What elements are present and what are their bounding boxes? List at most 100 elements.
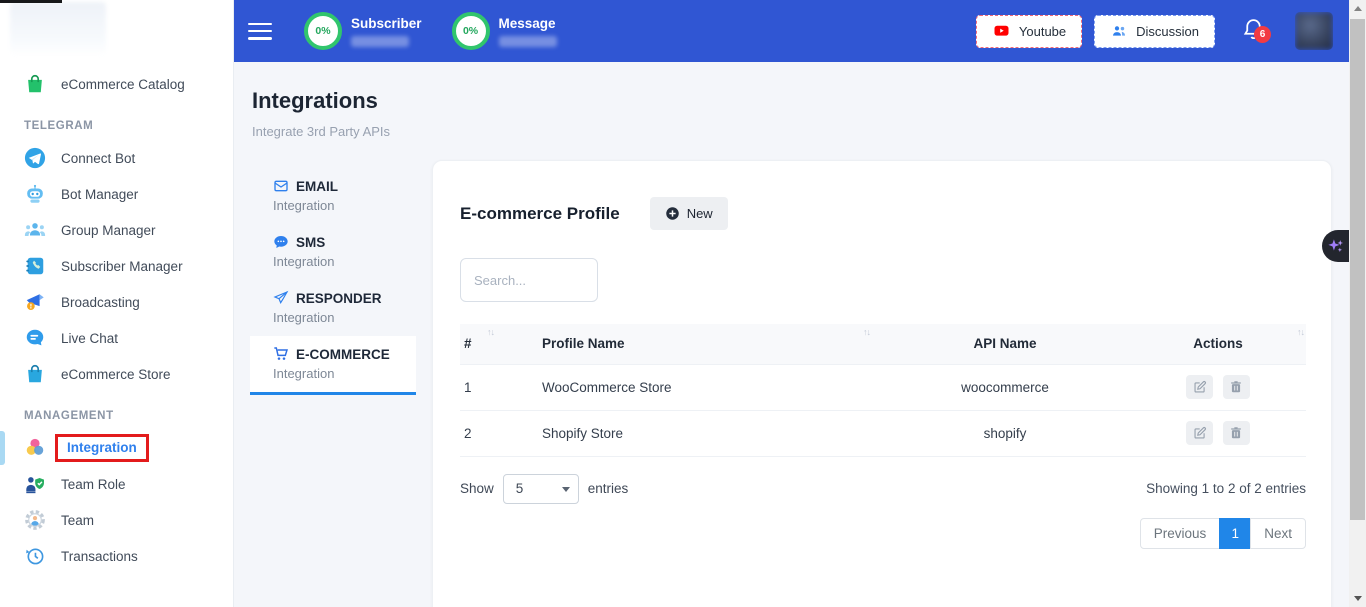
sidebar-item-group-manager[interactable]: Group Manager — [0, 212, 233, 248]
sidebar-item-ecommerce-catalog[interactable]: eCommerce Catalog — [0, 66, 233, 102]
page-size-select[interactable]: 5 — [503, 474, 579, 504]
shopping-bag-green-icon — [24, 73, 46, 95]
sms-bubble-icon — [273, 234, 289, 250]
ai-assistant-fab[interactable] — [1322, 230, 1349, 262]
search-input[interactable] — [460, 258, 598, 302]
sort-icon[interactable]: ↑↓ — [1297, 327, 1304, 337]
discussion-users-icon — [1110, 23, 1128, 39]
notification-badge: 6 — [1254, 26, 1271, 43]
sidebar-item-ecommerce-store[interactable]: eCommerce Store — [0, 356, 233, 392]
showing-entries-text: Showing 1 to 2 of 2 entries — [1146, 481, 1306, 496]
current-page-button[interactable]: 1 — [1219, 518, 1251, 549]
app-root: eCommerce Catalog TELEGRAM Connect Bot B… — [0, 0, 1366, 607]
table-header-row: #↑↓ Profile Name↑↓ API Name Actions↑↓ — [460, 324, 1306, 364]
tab-responder-integration[interactable]: RESPONDER Integration — [250, 280, 416, 336]
tab-subtitle: Integration — [273, 198, 416, 213]
sidebar-section-telegram: TELEGRAM — [0, 102, 233, 140]
envelope-icon — [273, 178, 289, 194]
column-header-num[interactable]: #↑↓ — [460, 324, 532, 364]
sidebar-item-connect-bot[interactable]: Connect Bot — [0, 140, 233, 176]
ecommerce-profile-card: E-commerce Profile New #↑↓ Profile Name↑… — [432, 160, 1332, 607]
sidebar-item-label: Group Manager — [61, 223, 156, 238]
shopping-bag-blue-icon — [24, 363, 46, 385]
app-logo[interactable] — [10, 2, 106, 56]
tab-title: SMS — [296, 235, 325, 250]
sidebar-item-team-role[interactable]: Team Role — [0, 466, 233, 502]
active-indicator — [0, 431, 5, 465]
delete-button[interactable] — [1223, 421, 1250, 445]
gear-person-icon — [24, 509, 46, 531]
sidebar-item-label: Team — [61, 513, 94, 528]
tab-title: EMAIL — [296, 179, 338, 194]
telegram-icon — [24, 147, 46, 169]
column-header-profile-name[interactable]: Profile Name↑↓ — [532, 324, 880, 364]
subscriber-stat-label: Subscriber — [351, 16, 422, 31]
sort-icon[interactable]: ↑↓ — [487, 327, 494, 337]
top-black-bar — [0, 0, 62, 3]
youtube-icon — [992, 24, 1011, 38]
sidebar-item-bot-manager[interactable]: Bot Manager — [0, 176, 233, 212]
actions-cell — [1130, 410, 1306, 456]
sort-icon[interactable]: ↑↓ — [863, 327, 870, 337]
sidebar-item-label: Subscriber Manager — [61, 259, 183, 274]
hamburger-menu-icon[interactable] — [248, 23, 272, 40]
previous-page-button[interactable]: Previous — [1140, 518, 1221, 549]
tab-email-integration[interactable]: EMAIL Integration — [250, 168, 416, 224]
sidebar-item-broadcasting[interactable]: Broadcasting — [0, 284, 233, 320]
pagination: Previous 1 Next — [460, 518, 1306, 549]
cart-icon — [273, 346, 289, 362]
tab-title: E-COMMERCE — [296, 347, 390, 362]
panel-title: E-commerce Profile — [460, 204, 620, 224]
new-profile-button[interactable]: New — [650, 197, 728, 230]
subscriber-stat: 0% Subscriber — [304, 12, 422, 50]
row-number: 1 — [460, 364, 532, 410]
scrollbar-thumb[interactable] — [1350, 19, 1365, 520]
column-header-actions[interactable]: Actions↑↓ — [1130, 324, 1306, 364]
youtube-button[interactable]: Youtube — [976, 15, 1082, 48]
edit-button[interactable] — [1186, 421, 1213, 445]
delete-button[interactable] — [1223, 375, 1250, 399]
tab-ecommerce-integration[interactable]: E-COMMERCE Integration — [250, 336, 416, 395]
topbar: 0% Subscriber 0% Message Youtube Discuss… — [234, 0, 1349, 62]
chat-bubble-icon — [24, 327, 46, 349]
profile-name-cell: WooCommerce Store — [532, 364, 880, 410]
discussion-button[interactable]: Discussion — [1094, 15, 1215, 48]
subscriber-stat-value-blurred — [351, 36, 409, 47]
history-clock-icon — [24, 545, 46, 567]
api-name-cell: woocommerce — [880, 364, 1130, 410]
sidebar: eCommerce Catalog TELEGRAM Connect Bot B… — [0, 0, 234, 607]
column-header-api-name[interactable]: API Name — [880, 324, 1130, 364]
message-stat-value-blurred — [499, 36, 557, 47]
sidebar-item-subscriber-manager[interactable]: Subscriber Manager — [0, 248, 233, 284]
edit-icon — [1193, 380, 1207, 394]
tab-title: RESPONDER — [296, 291, 382, 306]
next-page-button[interactable]: Next — [1250, 518, 1306, 549]
show-label: Show — [460, 481, 494, 496]
profiles-table: #↑↓ Profile Name↑↓ API Name Actions↑↓ 1 … — [460, 324, 1306, 457]
page-subtitle: Integrate 3rd Party APIs — [252, 124, 390, 139]
page-size-control: Show 5 entries — [460, 474, 628, 504]
edit-button[interactable] — [1186, 375, 1213, 399]
message-stat: 0% Message — [452, 12, 557, 50]
sidebar-item-live-chat[interactable]: Live Chat — [0, 320, 233, 356]
notifications-bell[interactable]: 6 — [1241, 16, 1271, 46]
subscriber-progress-ring: 0% — [304, 12, 342, 50]
scrollbar[interactable] — [1349, 0, 1366, 607]
sidebar-section-management: MANAGEMENT — [0, 392, 233, 430]
avatar[interactable] — [1295, 12, 1333, 50]
discussion-button-label: Discussion — [1136, 24, 1199, 39]
edit-icon — [1193, 426, 1207, 440]
scrollbar-up-arrow[interactable] — [1349, 0, 1366, 17]
sidebar-item-label: Team Role — [61, 477, 126, 492]
sidebar-item-transactions[interactable]: Transactions — [0, 538, 233, 574]
entries-label: entries — [588, 481, 629, 496]
scrollbar-down-arrow[interactable] — [1349, 590, 1366, 607]
contact-book-icon — [24, 255, 46, 277]
sidebar-item-label: eCommerce Catalog — [61, 77, 185, 92]
sidebar-item-integration[interactable]: Integration — [0, 430, 233, 466]
shield-person-icon — [24, 473, 46, 495]
sidebar-item-label-annotated: Integration — [55, 434, 149, 462]
avatar-blurred-image — [1295, 12, 1333, 50]
tab-sms-integration[interactable]: SMS Integration — [250, 224, 416, 280]
sidebar-item-team[interactable]: Team — [0, 502, 233, 538]
